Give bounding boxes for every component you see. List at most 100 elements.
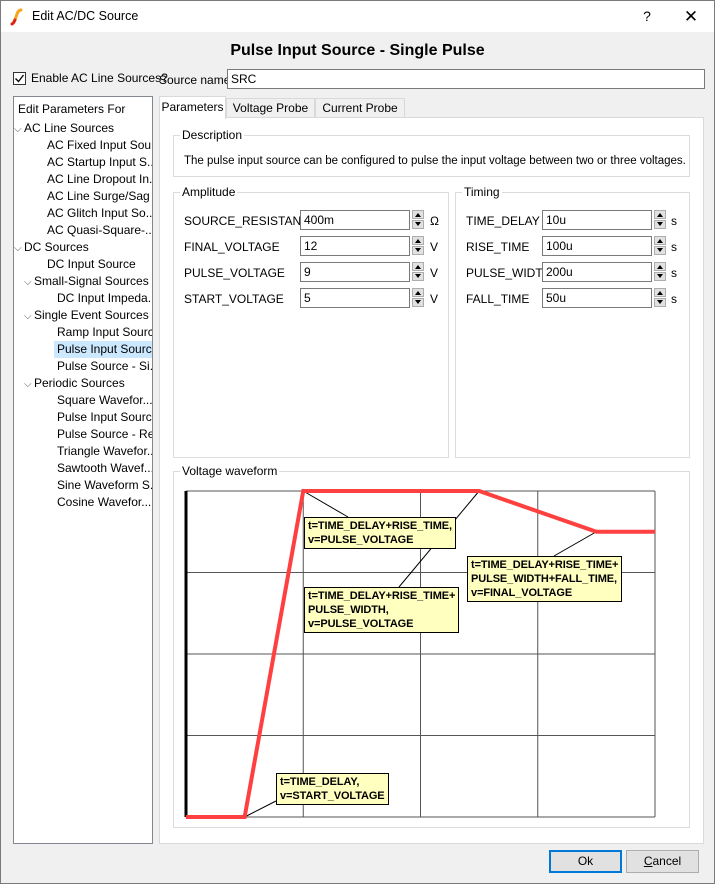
chevron-down-icon[interactable]: ⌵ [14,240,24,257]
spin-down-icon[interactable] [412,246,424,255]
spin-down-icon[interactable] [412,272,424,281]
tree-item-label: Single Event Sources [34,308,149,322]
source-name-input[interactable]: SRC [227,69,705,89]
spin-buttons[interactable] [654,262,666,282]
tree-item-label: Pulse Input Sourc... [57,410,153,424]
tree-item[interactable]: AC Quasi-Square-... [34,222,152,239]
spin-up-icon[interactable] [412,288,424,297]
param-input[interactable]: 12 [300,236,410,256]
param-input[interactable]: 10u [542,210,652,230]
spin-buttons[interactable] [654,236,666,256]
param-label: RISE_TIME [466,240,530,254]
dialog-heading: Pulse Input Source - Single Pulse [230,42,485,59]
chevron-down-icon[interactable]: ⌵ [24,274,34,291]
chevron-down-icon[interactable]: ⌵ [14,121,24,138]
amplitude-group: Amplitude SOURCE_RESISTANCE 400m Ω FINAL_VO… [173,185,449,458]
unit-label: s [671,266,677,280]
tree-item-label: Square Wavefor... [57,393,153,407]
spin-down-icon[interactable] [654,272,666,281]
waveform-vertex [244,816,246,818]
tree-item[interactable]: AC Line Dropout In... [34,171,153,188]
ok-button[interactable]: Ok [549,850,622,873]
chevron-down-icon[interactable]: ⌵ [24,376,34,393]
param-input[interactable]: 50u [542,288,652,308]
tree-item[interactable]: DC Input Impeda... [44,290,152,307]
spin-down-icon[interactable] [412,298,424,307]
tree-item[interactable]: DC Input Source [34,256,136,273]
spin-buttons[interactable] [412,262,424,282]
spin-buttons[interactable] [412,210,424,230]
tree-item[interactable]: AC Startup Input S... [34,154,152,171]
spin-up-icon[interactable] [654,262,666,271]
waveform-vertex [478,490,480,492]
close-icon: ✕ [683,7,699,26]
tree-item[interactable]: ⌵ Small-Signal Sources [24,273,149,290]
tree-item[interactable]: Pulse Input Sourc... [44,409,153,426]
tree-item[interactable]: Pulse Source - Re... [44,426,153,443]
param-label: PULSE_WIDTH [466,266,552,280]
help-button[interactable]: ? [624,1,670,32]
callout-rise-end: t=TIME_DELAY+RISE_TIME, v=PULSE_VOLTAGE [304,517,456,549]
tree-item-label: AC Line Dropout In... [47,172,153,186]
unit-label: V [430,292,439,306]
tree-item[interactable]: Pulse Input Sourc... [54,341,153,358]
spin-buttons[interactable] [412,288,424,308]
param-input[interactable]: 9 [300,262,410,282]
tree-item-label: Pulse Input Sourc... [57,342,153,356]
tree-item[interactable]: Sine Waveform S... [44,477,152,494]
callout-fall-end: t=TIME_DELAY+RISE_TIME+ PULSE_WIDTH+FALL… [467,556,623,602]
app-logo-icon [10,8,23,26]
tree-item[interactable]: ⌵ Periodic Sources [24,375,125,392]
spin-up-icon[interactable] [654,236,666,245]
tree-item-label: AC Glitch Input So... [47,206,153,220]
spin-buttons[interactable] [412,236,424,256]
param-input[interactable]: 5 [300,288,410,308]
param-input[interactable]: 100u [542,236,652,256]
param-input[interactable]: 400m [300,210,410,230]
close-button[interactable]: ✕ [668,1,714,32]
enable-ac-checkbox[interactable] [13,71,26,85]
tree-item[interactable]: Pulse Source - Si... [44,358,152,375]
spin-down-icon[interactable] [412,220,424,229]
spin-buttons[interactable] [654,288,666,308]
spin-buttons[interactable] [654,210,666,230]
unit-label: s [671,240,677,254]
spin-down-icon[interactable] [654,246,666,255]
spin-up-icon[interactable] [412,262,424,271]
cancel-button[interactable]: Cancel [626,850,699,873]
tree-item[interactable]: Ramp Input Source [44,324,153,341]
source-tree[interactable]: Edit Parameters For ⌵ AC Line Sources AC F… [13,96,153,844]
tab-parameters[interactable]: Parameters [159,96,226,119]
title-bar: Edit AC/DC Source ? ✕ [1,1,714,32]
tree-item[interactable]: ⌵ AC Line Sources [14,120,114,137]
spin-up-icon[interactable] [412,236,424,245]
tree-item-label: Pulse Source - Re... [57,427,153,441]
tree-item[interactable]: ⌵ DC Sources [14,239,89,256]
description-group: Description The pulse input source can b… [173,128,690,177]
waveform-vertex [302,490,304,492]
tree-item[interactable]: Square Wavefor... [44,392,153,409]
tree-item-label: Ramp Input Source [57,325,153,339]
tree-item[interactable]: AC Glitch Input So... [34,205,153,222]
cancel-label: ancel [652,854,682,868]
tree-item[interactable]: Triangle Wavefor... [44,443,152,460]
tree-item-label: DC Input Source [47,257,136,271]
tree-item[interactable]: AC Fixed Input Sou... [34,137,152,154]
spin-down-icon[interactable] [654,220,666,229]
enable-ac-checkbox-row[interactable]: Enable AC Line Sources? [13,71,168,85]
tree-item[interactable]: ⌵ Single Event Sources [24,307,149,324]
spin-down-icon[interactable] [654,298,666,307]
tree-item[interactable]: AC Line Surge/Sag ... [34,188,152,205]
tree-item[interactable]: Sawtooth Wavef... [44,460,152,477]
tab-current-probe[interactable]: Current Probe [315,98,405,118]
callout-leader-line [302,490,349,518]
spin-up-icon[interactable] [412,210,424,219]
tab-voltage-probe[interactable]: Voltage Probe [226,98,315,118]
tree-item[interactable]: Cosine Wavefor... [44,494,151,511]
param-label: SOURCE_RESISTANCE [184,214,318,228]
spin-up-icon[interactable] [654,210,666,219]
unit-label: V [430,240,439,254]
spin-up-icon[interactable] [654,288,666,297]
param-input[interactable]: 200u [542,262,652,282]
chevron-down-icon[interactable]: ⌵ [24,308,34,325]
